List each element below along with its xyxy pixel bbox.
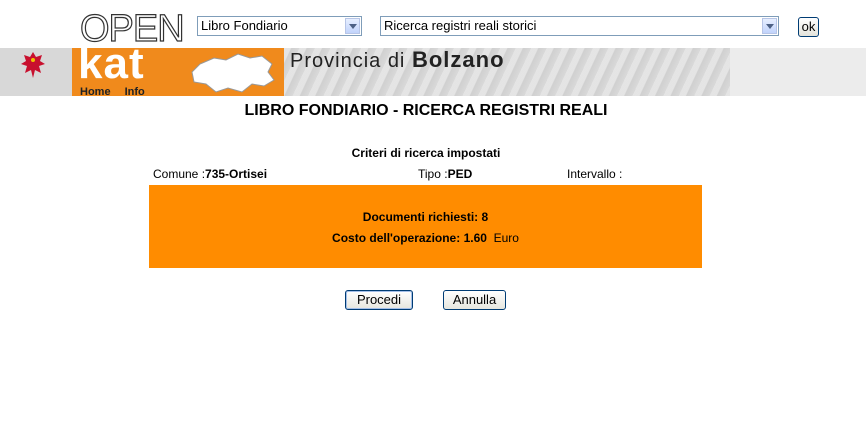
chevron-down-icon[interactable]	[762, 18, 777, 34]
tipo-label: Tipo :	[418, 167, 448, 181]
cost-line: Costo dell'operazione: 1.60 Euro	[149, 231, 702, 245]
summary-panel: Documenti richiesti: 8 Costo dell'operaz…	[149, 185, 702, 268]
nav-links: Home Info	[72, 86, 151, 98]
procedi-button[interactable]: Procedi	[345, 290, 413, 310]
criteria-intervallo: Intervallo :	[567, 167, 622, 181]
chevron-down-icon[interactable]	[345, 18, 360, 34]
documents-line: Documenti richiesti: 8	[149, 210, 702, 224]
search-type-select[interactable]: Ricerca registri reali storici	[380, 16, 779, 36]
criteria-comune: Comune :735-Ortisei	[153, 167, 267, 181]
cost-value: 1.60	[463, 231, 487, 245]
cost-label: Costo dell'operazione:	[332, 231, 461, 245]
header: OPEN kat Provincia di Bolzano Home Info L…	[0, 0, 866, 98]
annulla-button[interactable]: Annulla	[443, 290, 506, 310]
province-title: Provincia di Bolzano	[290, 47, 505, 73]
section-select-value: Libro Fondiario	[201, 18, 288, 33]
nav-info-link[interactable]: Info	[125, 86, 145, 98]
documents-label: Documenti richiesti:	[362, 210, 479, 224]
header-fade	[730, 48, 866, 96]
comune-value: 735-Ortisei	[205, 167, 268, 181]
page-title: LIBRO FONDIARIO - RICERCA REGISTRI REALI	[244, 102, 608, 119]
criteria-heading: Criteri di ricerca impostati	[351, 146, 501, 160]
nav-home-link[interactable]: Home	[80, 86, 111, 98]
province-name: Bolzano	[411, 47, 505, 72]
comune-label: Comune :	[153, 167, 206, 181]
arrow-right-icon	[116, 86, 123, 96]
intervallo-label: Intervallo :	[567, 167, 623, 181]
ok-button[interactable]: ok	[798, 17, 819, 37]
province-map-icon	[191, 53, 275, 93]
criteria-tipo: Tipo :PED	[418, 167, 472, 181]
documents-value: 8	[481, 210, 489, 224]
province-prefix: Provincia di	[290, 50, 406, 72]
eagle-coat-of-arms-icon	[21, 52, 45, 78]
search-type-select-value: Ricerca registri reali storici	[384, 18, 537, 33]
logo-kat-text: kat	[78, 39, 145, 88]
currency-label: Euro	[493, 231, 519, 245]
tipo-value: PED	[447, 167, 473, 181]
section-select[interactable]: Libro Fondiario	[197, 16, 362, 36]
arrow-right-icon	[72, 86, 78, 96]
